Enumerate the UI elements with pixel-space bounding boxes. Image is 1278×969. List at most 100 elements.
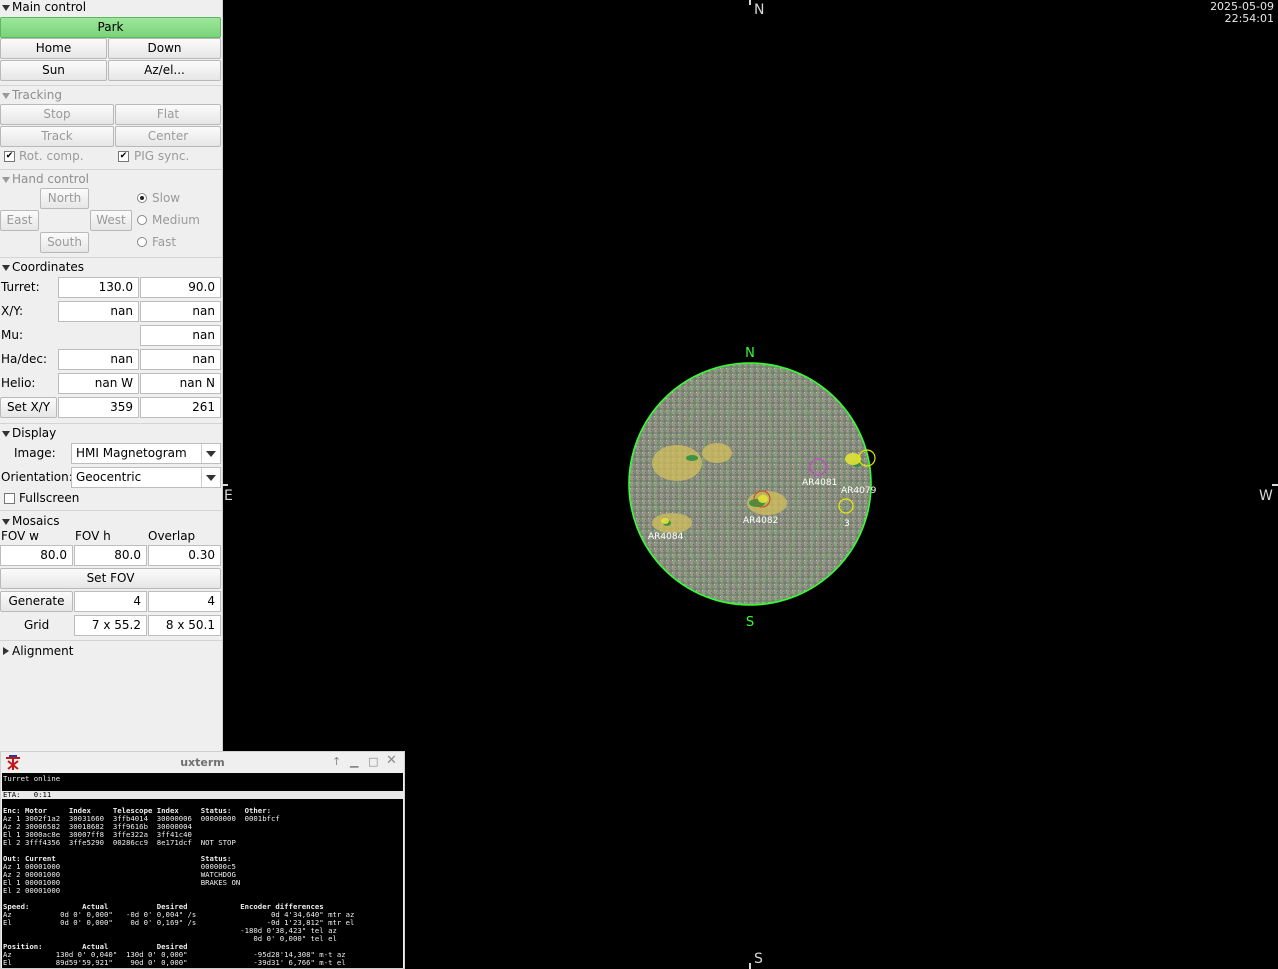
fullscreen-checkbox[interactable] <box>4 493 15 504</box>
orientation-select[interactable]: Geocentric <box>71 467 221 488</box>
tracking-title: Tracking <box>12 88 62 102</box>
helio-label: Helio: <box>1 376 36 390</box>
fullscreen-label: Fullscreen <box>19 491 80 505</box>
south-label: S <box>754 951 763 967</box>
generate-rows-field[interactable]: 4 <box>148 591 221 612</box>
divider <box>0 85 222 86</box>
north-button[interactable]: North <box>40 188 89 209</box>
east-button[interactable]: East <box>0 210 39 231</box>
y-field[interactable]: nan <box>140 301 221 322</box>
turret-label: Turret: <box>1 280 40 294</box>
xterm-window[interactable]: uxterm ↑ ▁ □ ✕ Turret online ETA: 0:11 E… <box>0 751 405 969</box>
terminal-output[interactable]: Turret online ETA: 0:11 Enc: Motor Index… <box>2 773 403 968</box>
chevron-down-icon[interactable] <box>201 444 220 463</box>
collapse-mosaics-icon[interactable] <box>2 519 10 525</box>
dec-field[interactable]: nan <box>140 349 221 370</box>
divider <box>0 257 222 258</box>
home-button[interactable]: Home <box>0 38 107 59</box>
generate-button[interactable]: Generate <box>0 591 73 612</box>
chevron-down-icon[interactable] <box>201 468 220 487</box>
park-button[interactable]: Park <box>0 17 221 38</box>
timestamp: 2025-05-09 22:54:01 <box>1210 1 1274 25</box>
mu-field[interactable]: nan <box>140 325 221 346</box>
close-icon[interactable]: ✕ <box>386 753 397 768</box>
region-label-3: 3 <box>844 519 850 529</box>
fov-w-field[interactable]: 80.0 <box>0 545 73 566</box>
set-y-field[interactable]: 261 <box>140 397 221 418</box>
orientation-label: Orientation: <box>1 470 73 484</box>
rot-comp-checkbox[interactable]: ✔ <box>4 151 15 162</box>
collapse-hand-control-icon[interactable] <box>2 177 10 183</box>
fov-h-label: FOV h <box>75 529 111 543</box>
image-select[interactable]: HMI Magnetogram <box>71 443 221 464</box>
hadec-label: Ha/dec: <box>1 352 48 366</box>
region-label-ar4082: AR4082 <box>743 516 778 526</box>
alignment-title[interactable]: Alignment <box>12 644 73 658</box>
set-xy-button[interactable]: Set X/Y <box>0 397 57 418</box>
east-tick <box>222 484 228 486</box>
divider <box>0 510 222 511</box>
center-button[interactable]: Center <box>115 126 221 147</box>
maximize-icon[interactable]: □ <box>368 755 378 768</box>
down-button[interactable]: Down <box>108 38 221 59</box>
xterm-titlebar[interactable]: uxterm ↑ ▁ □ ✕ <box>1 752 404 774</box>
collapse-display-icon[interactable] <box>2 431 10 437</box>
solar-disk-image[interactable]: N S AR4081 AR4079 AR4082 AR4084 3 <box>617 343 889 633</box>
north-label: N <box>754 2 765 18</box>
mu-label: Mu: <box>1 328 24 342</box>
track-button[interactable]: Track <box>0 126 114 147</box>
terminal-line: ETA: 0:11 <box>3 790 52 799</box>
pig-sync-checkbox[interactable]: ✔ <box>118 151 129 162</box>
speed-medium-label: Medium <box>152 213 200 227</box>
ha-field[interactable]: nan <box>58 349 139 370</box>
expand-alignment-icon[interactable] <box>3 647 9 655</box>
divider <box>0 169 222 170</box>
pig-sync-label: PIG sync. <box>134 149 190 163</box>
west-tick <box>1272 484 1278 486</box>
main-control-title: Main control <box>12 0 87 14</box>
set-fov-button[interactable]: Set FOV <box>0 568 221 589</box>
terminal-line: El 89d59'59,921" 90d 0' 0,000" -39d31' 6… <box>3 958 346 967</box>
rot-comp-label: Rot. comp. <box>19 149 84 163</box>
south-button[interactable]: South <box>40 232 89 253</box>
overlap-field[interactable]: 0.30 <box>148 545 221 566</box>
collapse-main-control-icon[interactable] <box>2 5 10 11</box>
generate-cols-field[interactable]: 4 <box>74 591 147 612</box>
speed-medium-radio[interactable] <box>137 215 147 225</box>
flat-button[interactable]: Flat <box>115 104 221 125</box>
west-button[interactable]: West <box>90 210 132 231</box>
control-panel: Main control Park Home Down Sun Az/el...… <box>0 0 223 751</box>
north-tick <box>749 0 751 5</box>
speed-slow-radio[interactable] <box>137 193 147 203</box>
region-label-ar4081: AR4081 <box>802 478 837 488</box>
speed-fast-label: Fast <box>152 235 177 249</box>
grid-rows-field: 8 x 50.1 <box>148 615 221 636</box>
set-x-field[interactable]: 359 <box>58 397 139 418</box>
disk-south-label: S <box>746 615 754 630</box>
minimize-icon[interactable]: ▁ <box>350 755 358 768</box>
orientation-select-value: Geocentric <box>76 470 142 484</box>
disk-north-label: N <box>745 346 755 361</box>
fov-w-label: FOV w <box>1 529 39 543</box>
turret-az-field[interactable]: 130.0 <box>58 277 139 298</box>
fov-h-field[interactable]: 80.0 <box>74 545 147 566</box>
image-label: Image: <box>14 446 56 460</box>
speed-slow-label: Slow <box>152 191 181 205</box>
overlap-label: Overlap <box>148 529 196 543</box>
mosaics-title: Mosaics <box>12 514 60 528</box>
stop-button[interactable]: Stop <box>0 104 114 125</box>
display-title: Display <box>12 426 57 440</box>
keep-above-icon[interactable]: ↑ <box>332 755 341 768</box>
collapse-coordinates-icon[interactable] <box>2 265 10 271</box>
terminal-line: El 2 00001000 <box>3 886 61 895</box>
collapse-tracking-icon[interactable] <box>2 93 10 99</box>
helio-lat-field[interactable]: nan N <box>140 373 221 394</box>
image-select-value: HMI Magnetogram <box>76 446 187 460</box>
speed-fast-radio[interactable] <box>137 237 147 247</box>
azel-button[interactable]: Az/el... <box>108 60 221 81</box>
helio-lon-field[interactable]: nan W <box>58 373 139 394</box>
turret-el-field[interactable]: 90.0 <box>140 277 221 298</box>
sun-button[interactable]: Sun <box>0 60 107 81</box>
xy-label: X/Y: <box>1 304 24 318</box>
x-field[interactable]: nan <box>58 301 139 322</box>
